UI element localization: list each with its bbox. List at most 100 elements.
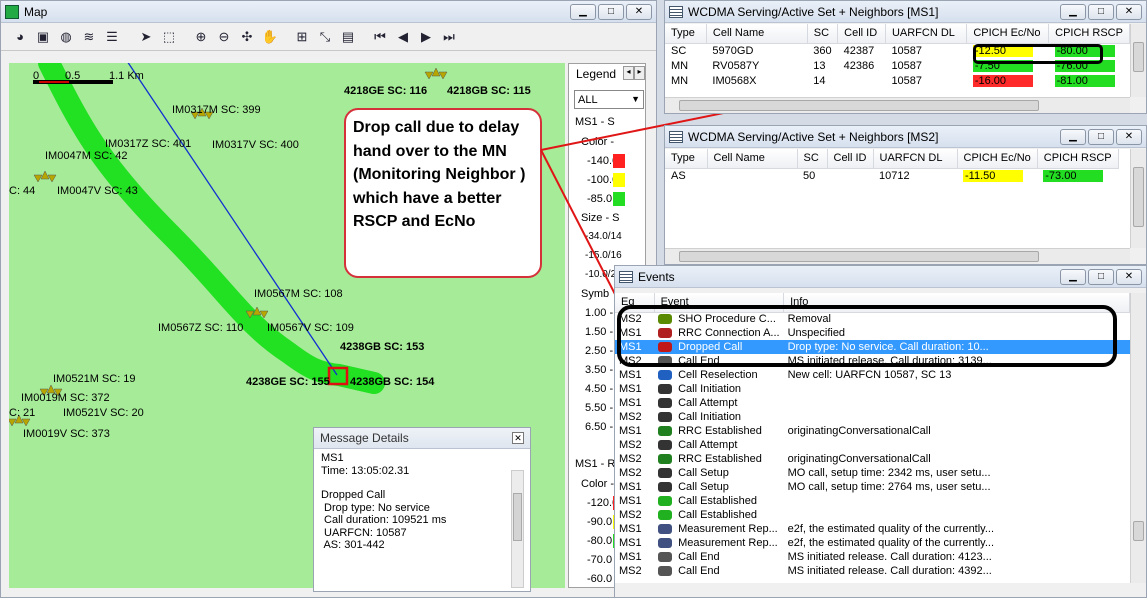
event-row[interactable]: MS1 Call End MS initiated release. Call du… — [615, 550, 1130, 564]
message-scrollbar[interactable] — [511, 470, 524, 588]
col-header[interactable]: UARFCN DL — [885, 24, 968, 44]
events-vscroll[interactable] — [1130, 293, 1146, 583]
col-header[interactable]: Cell ID — [837, 24, 886, 44]
maximize-button[interactable]: □ — [1088, 269, 1114, 285]
col-header[interactable]: SC — [797, 149, 828, 169]
properties-icon[interactable]: ▤ — [339, 28, 357, 46]
next-icon[interactable]: ▶ — [417, 28, 435, 46]
event-info: MS initiated release. Call duration: 412… — [787, 551, 992, 563]
minimize-button[interactable]: ▁ — [1060, 4, 1086, 20]
call-established-icon — [658, 510, 673, 521]
maximize-button[interactable]: □ — [598, 4, 624, 20]
event-row[interactable]: MS1 Call Attempt — [615, 396, 1130, 410]
ms2-hscroll[interactable] — [665, 248, 1130, 264]
minimize-button[interactable]: ▁ — [1060, 129, 1086, 145]
first-icon[interactable]: ⏮ — [371, 28, 389, 46]
ms1-title-bar: WCDMA Serving/Active Set + Neighbors [MS… — [665, 1, 1146, 23]
col-header[interactable]: Cell ID — [827, 149, 874, 169]
col-header[interactable]: CPICH RSCP — [1037, 149, 1119, 169]
legend-swatch — [613, 173, 625, 187]
close-button[interactable]: ✕ — [1116, 129, 1142, 145]
minimize-button[interactable]: ▁ — [1060, 269, 1086, 285]
col-header[interactable]: CPICH RSCP — [1048, 24, 1130, 44]
ms1-vscroll[interactable] — [1130, 24, 1146, 97]
event-row[interactable]: MS1 Measurement Rep... e2f, the estimated … — [615, 536, 1130, 550]
close-icon[interactable]: ✕ — [512, 432, 524, 444]
ms1-title: WCDMA Serving/Active Set + Neighbors [MS… — [688, 4, 939, 19]
maximize-button[interactable]: □ — [1088, 129, 1114, 145]
ruler-icon[interactable]: ⊞ — [293, 28, 311, 46]
scale-label-0: 0 — [33, 70, 40, 82]
col-header[interactable]: Cell Name — [707, 149, 798, 169]
col-header[interactable]: Type — [665, 24, 707, 44]
col-header[interactable]: UARFCN DL — [873, 149, 958, 169]
legend-section: MS1 - R — [575, 458, 616, 470]
message-details-title: Message Details — [314, 428, 530, 449]
event-row[interactable]: MS2 RRC Established originatingConversatio… — [615, 452, 1130, 466]
legend-value: -90.0 — [587, 516, 613, 528]
pointer-icon[interactable]: ➤ — [137, 28, 155, 46]
close-button[interactable]: ✕ — [1116, 4, 1142, 20]
legend-filter-select[interactable]: ALL ▼ — [574, 90, 644, 109]
event-row[interactable]: MS1 Call Setup MO call, setup time: 2764 m… — [615, 480, 1130, 494]
last-icon[interactable]: ⏭ — [440, 28, 458, 46]
event-row[interactable]: MS1 Call Established — [615, 494, 1130, 508]
globe-icon[interactable]: ◍ — [57, 28, 75, 46]
col-header[interactable]: CPICH Ec/No — [957, 149, 1038, 169]
col-header[interactable]: Cell Name — [706, 24, 808, 44]
close-button[interactable]: ✕ — [1116, 269, 1142, 285]
event-row[interactable]: MS1 Measurement Rep... e2f, the estimated … — [615, 522, 1130, 536]
wand-icon[interactable]: ⤡ — [316, 28, 334, 46]
site-label: IM0567M SC: 108 — [254, 288, 343, 300]
col-header[interactable]: CPICH Ec/No — [966, 24, 1050, 44]
table-row[interactable]: AS 50 10712 -11.50 -73.00 — [665, 168, 1118, 183]
table-row[interactable]: MN IM0568X 14 10587 -16.00 -81.00 — [665, 73, 1130, 88]
fit-icon[interactable]: ✣ — [238, 28, 256, 46]
event-row[interactable]: MS1 RRC Established originatingConversatio… — [615, 424, 1130, 438]
legend-left-arrow[interactable]: ◂ — [623, 66, 634, 80]
event-cell: Call Setup — [654, 480, 784, 494]
col-header[interactable]: Type — [665, 149, 708, 169]
cell: 10587 — [891, 44, 923, 57]
legend-value: 1.00 - — [585, 307, 614, 319]
legend-value: -15.0/16 — [585, 250, 622, 261]
event-row[interactable]: MS2 Call Initiation — [615, 410, 1130, 424]
ms2-vscroll[interactable] — [1130, 149, 1146, 248]
call-established-icon — [658, 496, 673, 507]
ms1-hscroll[interactable] — [665, 97, 1130, 113]
event-row[interactable]: MS2 Call Setup MO call, setup time: 2342 m… — [615, 466, 1130, 480]
col-header[interactable]: SC — [807, 24, 839, 44]
image-icon[interactable]: ▣ — [34, 28, 52, 46]
stack-icon[interactable]: ≋ — [80, 28, 98, 46]
event-row[interactable]: MS2 Call Attempt — [615, 438, 1130, 452]
pan-hand-icon[interactable]: ✋ — [261, 28, 279, 46]
list-icon[interactable]: ☰ — [103, 28, 121, 46]
zoom-out-icon[interactable]: ⊖ — [215, 28, 233, 46]
cell: 14 — [813, 74, 826, 87]
legend-value: 2.50 - — [585, 345, 614, 357]
event-row[interactable]: MS2 Call End MS initiated release. Call du… — [615, 564, 1130, 578]
rscp-value: -73.00 — [1043, 169, 1104, 182]
rrc-est-icon — [658, 454, 673, 465]
event-row[interactable]: MS2 Call Established — [615, 508, 1130, 522]
minimize-button[interactable]: ▁ — [570, 4, 596, 20]
event-info: originatingConversationalCall — [787, 453, 931, 465]
zoom-in-icon[interactable]: ⊕ — [192, 28, 210, 46]
cell: 5970GD — [712, 44, 754, 57]
event-row[interactable]: MS1 Cell Reselection New cell: UARFCN 1058… — [615, 368, 1130, 382]
event-row[interactable]: MS1 Call Initiation — [615, 382, 1130, 396]
chevron-down-icon: ▼ — [631, 94, 640, 104]
select-icon[interactable]: ⬚ — [160, 28, 178, 46]
legend-right-arrow[interactable]: ▸ — [634, 66, 645, 80]
prev-icon[interactable]: ◀ — [394, 28, 412, 46]
maximize-button[interactable]: □ — [1088, 4, 1114, 20]
event-info: MO call, setup time: 2764 ms, user setu.… — [787, 481, 991, 493]
legend-value: -80.0 — [587, 535, 613, 547]
message-details-panel: Message Details ✕ MS1 Time: 13:05:02.31 … — [313, 427, 531, 592]
close-button[interactable]: ✕ — [626, 4, 652, 20]
layers-icon[interactable]: ◕ — [11, 28, 29, 46]
events-title: Events — [638, 269, 675, 284]
event-cell: Call Established — [654, 508, 784, 522]
legend-label: Color - — [581, 478, 615, 490]
legend-swatch — [613, 154, 625, 168]
